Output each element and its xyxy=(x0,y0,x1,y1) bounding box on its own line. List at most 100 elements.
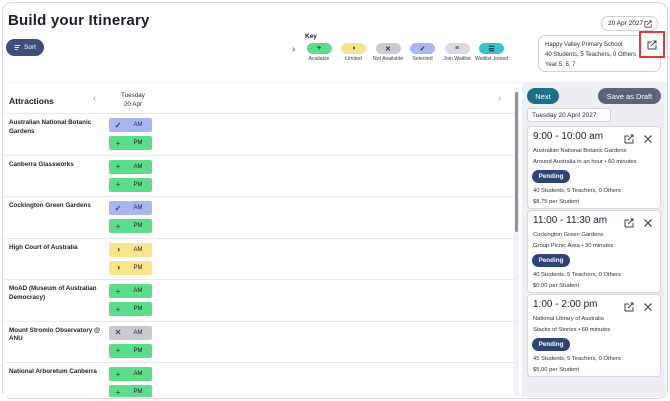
pm-slot-button[interactable]: + PM xyxy=(109,219,152,233)
slot-label: PM xyxy=(133,306,143,312)
slot-label: PM xyxy=(133,264,143,271)
attraction-name: MoAD (Museum of Australian Democracy) xyxy=(9,285,97,301)
plus-icon: + xyxy=(115,369,121,379)
plus-icon: + xyxy=(115,387,121,397)
edit-date-icon[interactable] xyxy=(644,19,652,28)
attraction-name: Australian National Botanic Gardens xyxy=(9,119,92,135)
edit-school-button[interactable] xyxy=(639,31,665,58)
remove-booking-icon[interactable] xyxy=(643,215,653,227)
pm-slot-button[interactable]: + PM xyxy=(109,177,152,192)
day-date: 20 Apr xyxy=(123,101,143,108)
slot-label: PM xyxy=(133,181,143,188)
booking-price: $5.00 per Student xyxy=(533,367,580,373)
half-circle-icon: ◑ xyxy=(115,245,121,254)
attraction-name: National Arboretum Canberra xyxy=(9,368,97,375)
plus-icon: + xyxy=(306,43,332,54)
cross-icon: ✕ xyxy=(375,43,401,54)
am-slot-button[interactable]: + AM xyxy=(109,367,152,381)
attraction-name: High Court of Australia xyxy=(9,243,78,251)
plus-icon: + xyxy=(115,304,121,314)
pm-slot-button[interactable]: ◑ PM xyxy=(109,260,152,275)
half-circle-icon: ◑ xyxy=(115,263,121,272)
next-day-chevron-icon[interactable]: › xyxy=(498,93,501,104)
booking-price: $8.75 per Student xyxy=(533,199,580,205)
attraction-name: Canberra Glassworks xyxy=(9,160,74,168)
plus-icon: + xyxy=(115,221,121,231)
status-badge: Pending xyxy=(532,254,570,267)
attractions-title: Attractions xyxy=(9,96,54,106)
pm-slot-button[interactable]: + PM xyxy=(109,302,152,316)
key-chevron-right-icon[interactable]: › xyxy=(292,44,295,55)
itinerary-day-label: Tuesday 20 April 2027 xyxy=(527,108,611,122)
booking-group-size: 40 Students, 5 Teachers, 0 Others xyxy=(533,188,621,194)
booking-program: Stacks of Stories • 60 minutes xyxy=(533,327,611,333)
pm-slot-button[interactable]: + PM xyxy=(109,136,152,150)
page-title: Build your Itinerary xyxy=(8,12,150,29)
plus-icon: + xyxy=(115,286,121,296)
remove-booking-icon[interactable] xyxy=(643,299,653,311)
check-icon: ✓ xyxy=(114,203,122,213)
day-weekday: Tuesday xyxy=(121,92,145,99)
attraction-row: Cockington Green Gardens ✓ AM + PM xyxy=(4,196,514,238)
status-badge: Pending xyxy=(532,170,570,183)
key-item: ☰ Waitlist Joined xyxy=(472,43,512,62)
sort-button[interactable]: Sort xyxy=(6,39,44,56)
am-slot-button[interactable]: ◑ AM xyxy=(109,242,152,257)
save-as-draft-button[interactable]: Save as Draft xyxy=(598,88,661,104)
am-slot-button[interactable]: ✕ AM xyxy=(109,325,152,340)
slot-label: PM xyxy=(133,223,143,229)
attraction-row: Mount Stromlo Observatory @ ANU ✕ AM + PM xyxy=(4,320,514,363)
slot-label: PM xyxy=(133,140,143,146)
am-slot-button[interactable]: + AM xyxy=(109,159,152,174)
day-column-header: Tuesday 20 Apr xyxy=(119,91,147,109)
plus-icon: + xyxy=(115,346,121,355)
plus-icon: + xyxy=(115,180,121,189)
next-button[interactable]: Next xyxy=(527,88,559,104)
edit-booking-icon[interactable] xyxy=(624,131,634,144)
key-item-label: Selected xyxy=(412,56,433,62)
check-icon: ✓ xyxy=(410,43,435,54)
sort-icon xyxy=(14,44,21,51)
list-icon: ≡ xyxy=(444,43,470,54)
pm-slot-button[interactable]: + PM xyxy=(109,343,152,358)
edit-icon xyxy=(647,40,657,49)
attraction-name: Cockington Green Gardens xyxy=(9,202,91,209)
key-item-label: Limited xyxy=(345,56,362,62)
booking-date: 20 Apr 2027 xyxy=(608,20,644,27)
am-slot-button[interactable]: ✓ AM xyxy=(109,118,152,132)
previous-day-chevron-icon[interactable]: ‹ xyxy=(93,93,96,104)
check-icon: ✓ xyxy=(114,120,122,130)
attractions-list: Australian National Botanic Gardens ✓ AM + P… xyxy=(4,113,514,397)
key-item-label: Join Waitlist xyxy=(443,56,471,62)
school-year-levels: Year 5, 6, 7 xyxy=(545,62,576,68)
am-slot-button[interactable]: ✓ AM xyxy=(109,201,152,215)
edit-booking-icon[interactable] xyxy=(624,299,634,312)
list-check-icon: ☰ xyxy=(479,43,504,54)
booking-venue: Cockington Green Gardens xyxy=(533,232,604,238)
booking-date-chip[interactable]: 20 Apr 2027 xyxy=(601,16,658,31)
booking-time: 1:00 - 2:00 pm xyxy=(533,299,598,310)
booking-venue: National Library of Australia xyxy=(533,316,604,322)
booking-venue: Australian National Botanic Gardens xyxy=(533,148,627,154)
remove-booking-icon[interactable] xyxy=(643,131,653,143)
booking-card: 11:00 - 11:30 am Cockington Green Gardens… xyxy=(527,210,661,293)
booking-card: 1:00 - 2:00 pm National Library of Austra… xyxy=(527,294,661,377)
attractions-panel: Attractions ‹ Tuesday 20 Apr › Australia… xyxy=(4,82,520,397)
pm-slot-button[interactable]: + PM xyxy=(109,385,152,397)
booking-group-size: 40 Students, 5 Teachers, 0 Others xyxy=(533,272,621,278)
booking-time: 11:00 - 11:30 am xyxy=(533,215,608,226)
am-slot-button[interactable]: + AM xyxy=(109,284,152,298)
edit-booking-icon[interactable] xyxy=(624,215,634,228)
school-group-size: 40 Students, 5 Teachers, 0 Others xyxy=(545,52,636,58)
slot-label: AM xyxy=(133,329,143,336)
booking-program: Group Picnic Area • 30 minutes xyxy=(533,243,614,249)
booking-group-size: 45 Students, 5 Teachers, 0 Others xyxy=(533,356,621,362)
key-item-label: Available xyxy=(308,56,330,62)
booking-price: $0.00 per Student xyxy=(533,283,580,289)
attraction-row: MoAD (Museum of Australian Democracy) + AM… xyxy=(4,279,514,321)
scrollbar-thumb[interactable] xyxy=(515,92,518,232)
attraction-row: National Arboretum Canberra + AM + PM xyxy=(4,362,514,397)
key-title: Key xyxy=(305,33,317,40)
school-name: Happy Valley Primary School xyxy=(545,42,623,48)
slot-label: AM xyxy=(133,163,143,170)
